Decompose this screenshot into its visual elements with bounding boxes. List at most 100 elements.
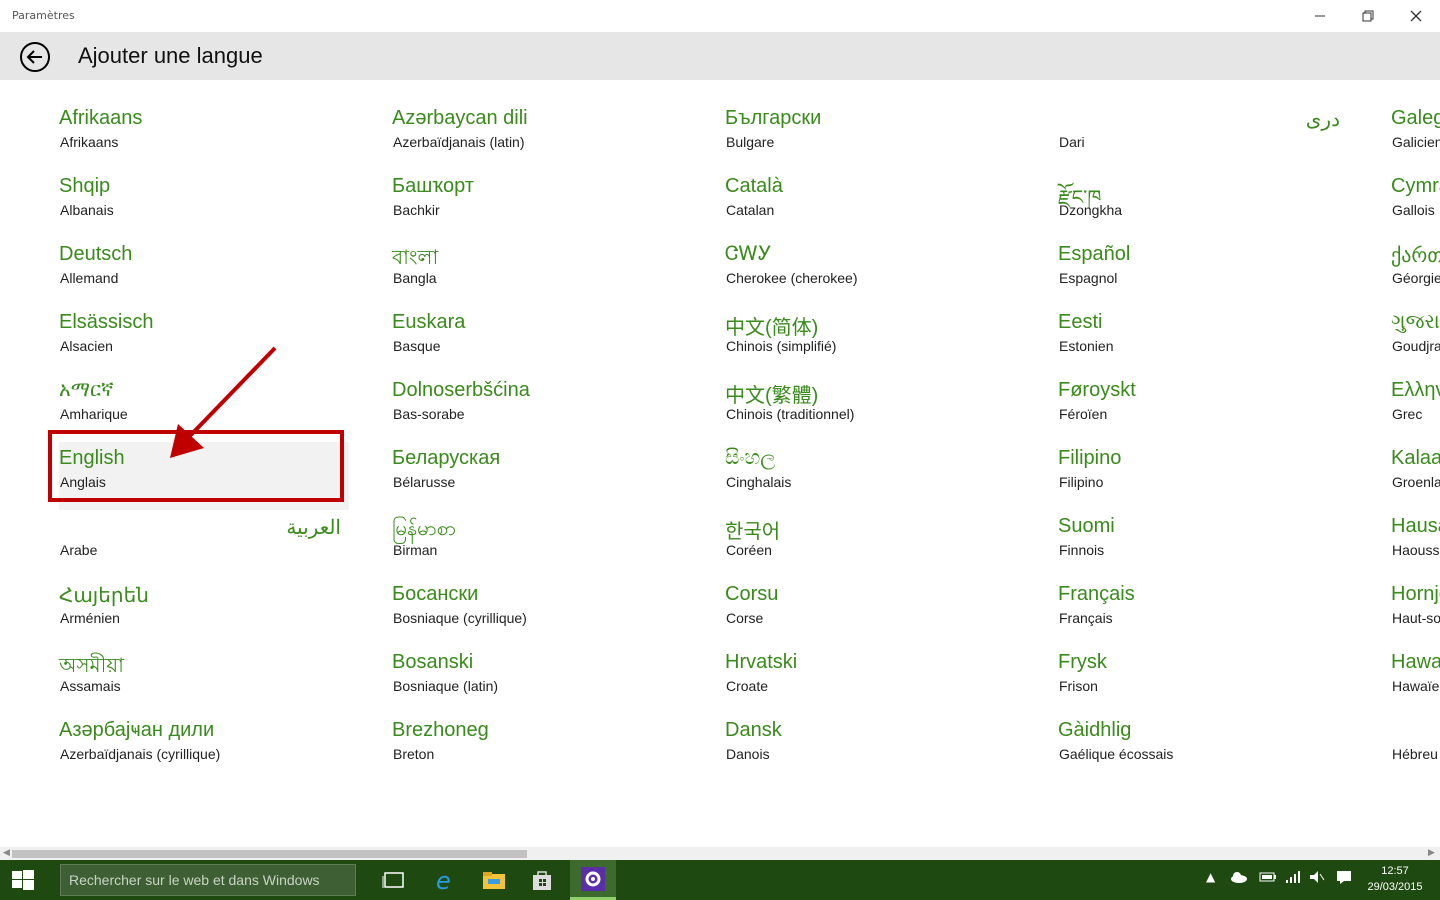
language-item[interactable]: Brezhoneg Breton xyxy=(392,714,682,782)
language-item[interactable]: Deutsch Allemand xyxy=(59,238,349,306)
language-native-name: Dolnoserbšćina xyxy=(392,379,530,401)
language-item[interactable]: မြန်မာစာ Birman xyxy=(392,510,682,578)
task-view-button[interactable] xyxy=(374,864,414,896)
language-item[interactable]: Azərbaycan dili Azerbaïdjanais (latin) xyxy=(392,102,682,170)
language-item[interactable]: Corsu Corse xyxy=(725,578,1015,646)
show-hidden-icons-icon[interactable]: ▲ xyxy=(1206,870,1215,890)
language-item[interactable]: 한국어 Coréen xyxy=(725,510,1015,578)
close-button[interactable] xyxy=(1393,0,1439,32)
language-french-name: Catalan xyxy=(726,202,775,218)
language-french-name: Alsacien xyxy=(60,338,113,354)
language-item[interactable]: Беларуская Bélarusse xyxy=(392,442,682,510)
language-item[interactable]: Hrvatski Croate xyxy=(725,646,1015,714)
store-button[interactable] xyxy=(522,864,562,896)
language-native-name: Башҡорт xyxy=(392,175,474,197)
language-item[interactable]: Eesti Estonien xyxy=(1058,306,1348,374)
language-item[interactable]: Gàidhlig Gaélique écossais xyxy=(1058,714,1348,782)
volume-muted-icon[interactable] xyxy=(1309,870,1325,890)
language-item[interactable]: རྫོང་ཁ Dzongkha xyxy=(1058,170,1348,238)
language-french-name: Arabe xyxy=(60,542,98,558)
language-native-name: Hawaiʻi xyxy=(1391,651,1440,673)
clock-date: 29/03/2015 xyxy=(1367,881,1423,893)
language-native-name: Català xyxy=(725,175,783,197)
language-french-name: Croate xyxy=(726,678,769,694)
language-item[interactable]: Башҡорт Bachkir xyxy=(392,170,682,238)
language-item[interactable]: العربية Arabe xyxy=(59,510,349,578)
back-button[interactable] xyxy=(19,41,51,73)
language-french-name: Bulgare xyxy=(726,134,775,150)
language-item[interactable]: Cymraeg Gallois xyxy=(1391,170,1440,238)
minimize-button[interactable] xyxy=(1297,0,1343,32)
language-french-name: Finnois xyxy=(1059,542,1105,558)
language-native-name: Elsässisch xyxy=(59,311,154,333)
language-item[interactable]: Suomi Finnois xyxy=(1058,510,1348,578)
language-item[interactable]: Ελληνικά Grec xyxy=(1391,374,1440,442)
language-item[interactable]: Euskara Basque xyxy=(392,306,682,374)
taskbar-clock[interactable]: 12:57 29/03/2015 xyxy=(1362,863,1428,895)
language-item[interactable]: Shqip Albanais xyxy=(59,170,349,238)
action-center-icon[interactable] xyxy=(1336,870,1352,890)
language-native-name: Français xyxy=(1058,583,1135,605)
language-item[interactable]: درى Dari xyxy=(1058,102,1348,170)
scroll-right-icon[interactable]: ▶ xyxy=(1428,848,1435,858)
language-native-name: မြန်မာစာ xyxy=(392,518,457,540)
folder-icon xyxy=(483,872,505,889)
language-item[interactable]: ქართული Géorgien xyxy=(1391,238,1440,306)
language-item[interactable]: 中文(简体) Chinois (simplifié) xyxy=(725,306,1015,374)
language-french-name: Haoussa xyxy=(1392,542,1440,558)
battery-icon[interactable] xyxy=(1259,870,1277,890)
language-item[interactable]: Bosanski Bosniaque (latin) xyxy=(392,646,682,714)
restore-button[interactable] xyxy=(1345,0,1391,32)
language-native-name: Corsu xyxy=(725,583,779,605)
language-native-name: Hrvatski xyxy=(725,651,798,673)
language-native-name: Suomi xyxy=(1058,515,1115,537)
language-item[interactable]: Afrikaans Afrikaans xyxy=(59,102,349,170)
language-item[interactable]: Galego Galicien xyxy=(1391,102,1440,170)
language-french-name: Allemand xyxy=(60,270,119,286)
close-icon xyxy=(1410,10,1422,22)
language-item[interactable]: Dansk Danois xyxy=(725,714,1015,782)
language-item[interactable]: Dolnoserbšćina Bas-sorabe xyxy=(392,374,682,442)
language-item[interactable]: বাংলা Bangla xyxy=(392,238,682,306)
language-item[interactable]: Հայերեն Arménien xyxy=(59,578,349,646)
language-item[interactable]: Español Espagnol xyxy=(1058,238,1348,306)
page-header: Ajouter une langue xyxy=(0,32,1440,80)
language-item[interactable]: Азәрбајҹан дили Azerbaïdjanais (cyrilliqu… xyxy=(59,714,349,782)
language-native-name: Shqip xyxy=(59,175,111,197)
language-column: Български Bulgare Català Catalan ᏣᎳᎩ Cherokee… xyxy=(725,102,1025,782)
language-item[interactable]: 中文(繁體) Chinois (traditionnel) xyxy=(725,374,1015,442)
language-item[interactable]: Hausa Haoussa xyxy=(1391,510,1440,578)
language-item[interactable]: ગુજરાતી Goudjrati xyxy=(1391,306,1440,374)
language-item[interactable]: Hébreu xyxy=(1391,714,1440,782)
language-item[interactable]: Hornjoserbšćina Haut-sorabe xyxy=(1391,578,1440,646)
language-french-name: Bangla xyxy=(393,270,437,286)
language-french-name: Bélarusse xyxy=(393,474,456,490)
language-item[interactable]: Français Français xyxy=(1058,578,1348,646)
taskbar-search-input[interactable] xyxy=(60,864,356,896)
internet-explorer-button[interactable]: e xyxy=(426,864,466,896)
language-french-name: Arménien xyxy=(60,610,120,626)
onedrive-icon[interactable] xyxy=(1230,870,1248,890)
annotation-arrow-icon xyxy=(170,346,277,458)
scroll-left-icon[interactable]: ◀ xyxy=(3,848,10,858)
horizontal-scrollbar[interactable]: ◀ ▶ xyxy=(0,847,1440,860)
file-explorer-button[interactable] xyxy=(474,864,514,896)
language-item[interactable]: Frysk Frison xyxy=(1058,646,1348,714)
scrollbar-thumb[interactable] xyxy=(12,850,527,858)
language-item[interactable]: Босански Bosniaque (cyrillique) xyxy=(392,578,682,646)
settings-app-button[interactable] xyxy=(570,860,616,900)
language-item[interactable]: Hawaiʻi Hawaïen xyxy=(1391,646,1440,714)
language-item[interactable]: Български Bulgare xyxy=(725,102,1015,170)
windows-start-icon[interactable] xyxy=(12,870,34,890)
language-item[interactable]: Føroyskt Féroïen xyxy=(1058,374,1348,442)
language-item[interactable]: සිංහල Cinghalais xyxy=(725,442,1015,510)
language-item[interactable]: Kalaallisut Groenlandais xyxy=(1391,442,1440,510)
language-item[interactable]: Català Catalan xyxy=(725,170,1015,238)
language-item[interactable]: ᏣᎳᎩ Cherokee (cherokee) xyxy=(725,238,1015,306)
language-item[interactable]: অসমীয়া Assamais xyxy=(59,646,349,714)
network-signal-icon[interactable] xyxy=(1285,870,1301,890)
language-item[interactable]: Filipino Filipino xyxy=(1058,442,1348,510)
language-french-name: Dzongkha xyxy=(1059,202,1123,218)
language-french-name: Hawaïen xyxy=(1392,678,1440,694)
svg-text:e: e xyxy=(436,867,451,893)
